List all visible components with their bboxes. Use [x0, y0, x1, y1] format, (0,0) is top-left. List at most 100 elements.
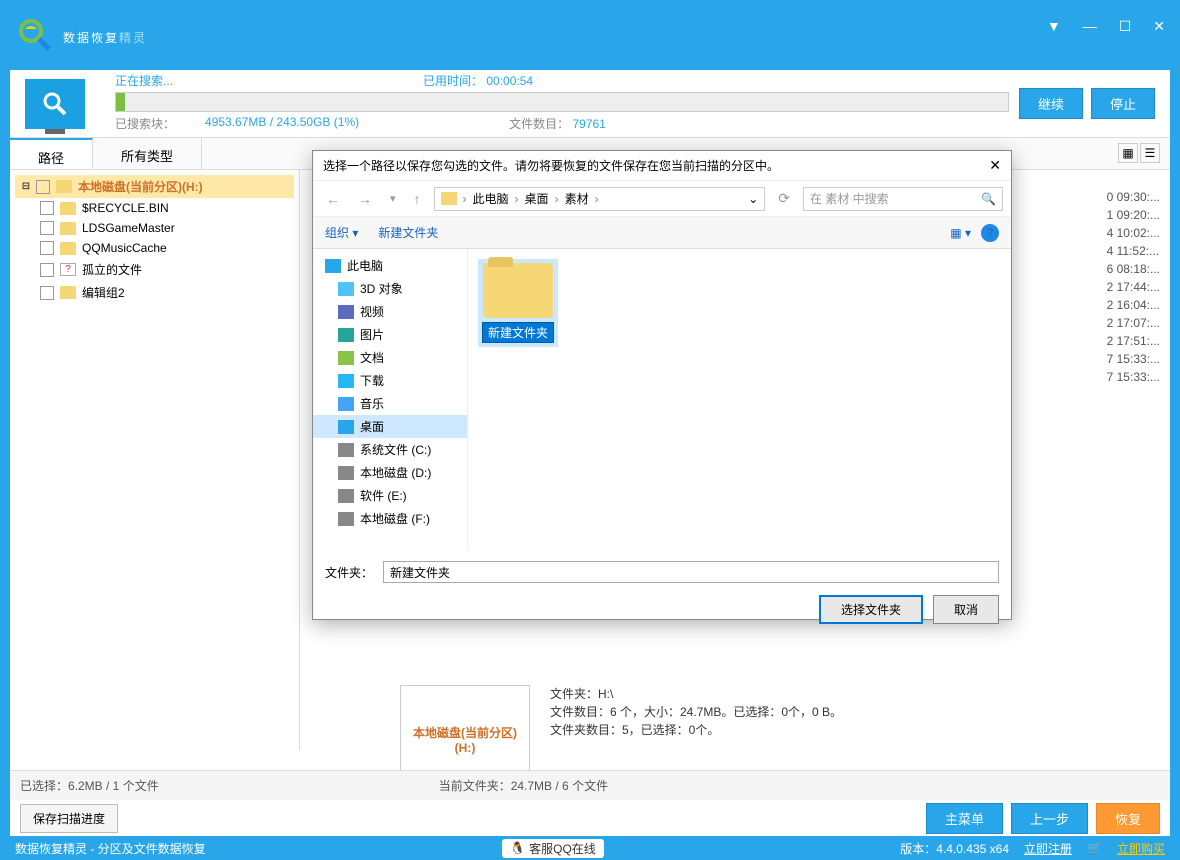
tab-all-types[interactable]: 所有类型: [93, 138, 202, 169]
bc-pc[interactable]: 此电脑: [473, 190, 509, 207]
tree-item[interactable]: $RECYCLE.BIN: [15, 198, 294, 218]
folder-name-editing[interactable]: 新建文件夹: [482, 322, 554, 343]
timestamp: 0 09:30:...: [1107, 188, 1160, 206]
tree-item-label: QQMusicCache: [82, 241, 167, 255]
checkbox[interactable]: [40, 201, 54, 215]
select-folder-button[interactable]: 选择文件夹: [819, 595, 923, 624]
stats-line: 文件夹数目：5，已选择：0个。: [550, 721, 950, 739]
dtree-drive-d[interactable]: 本地磁盘 (D:): [313, 461, 467, 484]
save-progress-button[interactable]: 保存扫描进度: [20, 804, 118, 833]
tree-root[interactable]: ⊟ 本地磁盘(当前分区)(H:): [15, 175, 294, 198]
register-link[interactable]: 立即注册: [1024, 840, 1072, 857]
dtree-video[interactable]: 视频: [313, 300, 467, 323]
qq-support-badge[interactable]: 🐧 客服QQ在线: [502, 839, 604, 858]
timestamp: 1 09:20:...: [1107, 206, 1160, 224]
dtree-downloads[interactable]: 下载: [313, 369, 467, 392]
dtree-music[interactable]: 音乐: [313, 392, 467, 415]
current-folder-status: 当前文件夹：24.7MB / 6 个文件: [439, 777, 608, 794]
breadcrumb[interactable]: › 此电脑 › 桌面 › 素材 › ⌄: [434, 187, 766, 211]
close-icon[interactable]: ✕: [1153, 18, 1165, 35]
app-logo-icon: [15, 15, 55, 55]
tree-item[interactable]: LDSGameMaster: [15, 218, 294, 238]
dtree-drive-f[interactable]: 本地磁盘 (F:): [313, 507, 467, 530]
scan-info: 正在搜索... 已用时间： 00:00:54 已搜索块：4953.67MB / …: [95, 72, 1009, 135]
timestamp: 6 08:18:...: [1107, 260, 1160, 278]
dialog-body: 此电脑 3D 对象 视频 图片 文档 下载 音乐 桌面 系统文件 (C:) 本地…: [313, 249, 1011, 549]
dtree-drive-c[interactable]: 系统文件 (C:): [313, 438, 467, 461]
tab-path[interactable]: 路径: [10, 138, 93, 169]
timestamp: 2 16:04:...: [1107, 296, 1160, 314]
back-icon[interactable]: ←: [321, 191, 345, 207]
dialog-close-icon[interactable]: ✕: [989, 157, 1001, 174]
elapsed-label: 已用时间：: [423, 74, 483, 88]
refresh-icon[interactable]: ⟳: [773, 190, 795, 207]
checkbox[interactable]: [40, 221, 54, 235]
status-bar: 已选择：6.2MB / 1 个文件 当前文件夹：24.7MB / 6 个文件: [10, 770, 1170, 800]
breadcrumb-dropdown-icon[interactable]: ⌄: [748, 192, 758, 206]
minimize-icon[interactable]: —: [1083, 18, 1097, 35]
titlebar: 数据恢复精灵 ▼ — ☐ ✕: [0, 0, 1180, 70]
cancel-button[interactable]: 取消: [933, 595, 999, 624]
video-icon: [338, 305, 354, 319]
dtree-drive-e[interactable]: 软件 (E:): [313, 484, 467, 507]
timestamp: 2 17:07:...: [1107, 314, 1160, 332]
dtree-images[interactable]: 图片: [313, 323, 467, 346]
question-icon: ?: [60, 263, 76, 276]
dtree-desktop[interactable]: 桌面: [313, 415, 467, 438]
collapse-icon[interactable]: ⊟: [20, 181, 32, 193]
search-placeholder: 在 素材 中搜索: [810, 190, 889, 207]
dropdown-icon[interactable]: ▼: [1047, 18, 1061, 35]
new-folder-button[interactable]: 新建文件夹: [378, 224, 438, 241]
dialog-title: 选择一个路径以保存您勾选的文件。请勿将要恢复的文件保存在您当前扫描的分区中。: [323, 157, 779, 174]
tree-item[interactable]: 编辑组2: [15, 281, 294, 304]
tree-item[interactable]: ?孤立的文件: [15, 258, 294, 281]
drive-icon: [338, 489, 354, 503]
stats-line: 文件数目：6 个，大小：24.7MB。已选择：0个，0 B。: [550, 703, 950, 721]
dialog-tree: 此电脑 3D 对象 视频 图片 文档 下载 音乐 桌面 系统文件 (C:) 本地…: [313, 249, 468, 549]
checkbox[interactable]: [40, 263, 54, 277]
checkbox[interactable]: [40, 286, 54, 300]
tree-root-label: 本地磁盘(当前分区)(H:): [78, 178, 203, 195]
folder-item[interactable]: 新建文件夹: [478, 259, 558, 347]
maximize-icon[interactable]: ☐: [1119, 18, 1132, 35]
dtree-3d[interactable]: 3D 对象: [313, 277, 467, 300]
continue-button[interactable]: 继续: [1019, 88, 1083, 119]
dtree-computer[interactable]: 此电脑: [313, 254, 467, 277]
folder-input[interactable]: [383, 561, 999, 583]
search-input[interactable]: 在 素材 中搜索 🔍: [803, 187, 1003, 211]
app-logo: 数据恢复精灵: [15, 15, 147, 55]
progress-fill: [116, 93, 125, 111]
organize-button[interactable]: 组织 ▾: [325, 224, 358, 241]
checkbox[interactable]: [36, 180, 50, 194]
folder-large-icon: [483, 263, 553, 318]
grid-view-icon[interactable]: ▦: [1118, 143, 1138, 163]
scan-status-bar: 正在搜索... 已用时间： 00:00:54 已搜索块：4953.67MB / …: [10, 70, 1170, 138]
up-icon[interactable]: ↑: [409, 191, 426, 207]
dialog-toolbar: 组织 ▾ 新建文件夹 ▦ ▾ ?: [313, 217, 1011, 249]
bc-desktop[interactable]: 桌面: [525, 190, 549, 207]
stop-button[interactable]: 停止: [1091, 88, 1155, 119]
dialog-nav: ← → ▾ ↑ › 此电脑 › 桌面 › 素材 › ⌄ ⟳ 在 素材 中搜索 🔍: [313, 181, 1011, 217]
dialog-content: 新建文件夹: [468, 249, 1011, 549]
buy-link[interactable]: 立即购买: [1117, 840, 1165, 857]
tree-item-label: 编辑组2: [82, 284, 125, 301]
dialog-buttons: 选择文件夹 取消: [313, 595, 1011, 636]
checkbox[interactable]: [40, 241, 54, 255]
tree-item[interactable]: QQMusicCache: [15, 238, 294, 258]
bottom-bar: 数据恢复精灵 - 分区及文件数据恢复 🐧 客服QQ在线 版本：4.4.0.435…: [0, 836, 1180, 860]
computer-icon: [325, 259, 341, 273]
prev-step-button[interactable]: 上一步: [1011, 803, 1088, 834]
main-menu-button[interactable]: 主菜单: [926, 803, 1003, 834]
list-view-icon[interactable]: ☰: [1140, 143, 1160, 163]
timestamp: 7 15:33:...: [1107, 350, 1160, 368]
folder-select-dialog: 选择一个路径以保存您勾选的文件。请勿将要恢复的文件保存在您当前扫描的分区中。 ✕…: [312, 150, 1012, 620]
dtree-docs[interactable]: 文档: [313, 346, 467, 369]
recover-button[interactable]: 恢复: [1096, 803, 1160, 834]
forward-icon[interactable]: →: [353, 191, 377, 207]
bc-material[interactable]: 素材: [565, 190, 589, 207]
cart-icon: 🛒: [1087, 841, 1102, 855]
help-icon[interactable]: ?: [981, 224, 999, 242]
recent-icon[interactable]: ▾: [385, 192, 401, 205]
view-options-icon[interactable]: ▦ ▾: [950, 226, 971, 240]
elapsed-value: 00:00:54: [486, 74, 533, 88]
